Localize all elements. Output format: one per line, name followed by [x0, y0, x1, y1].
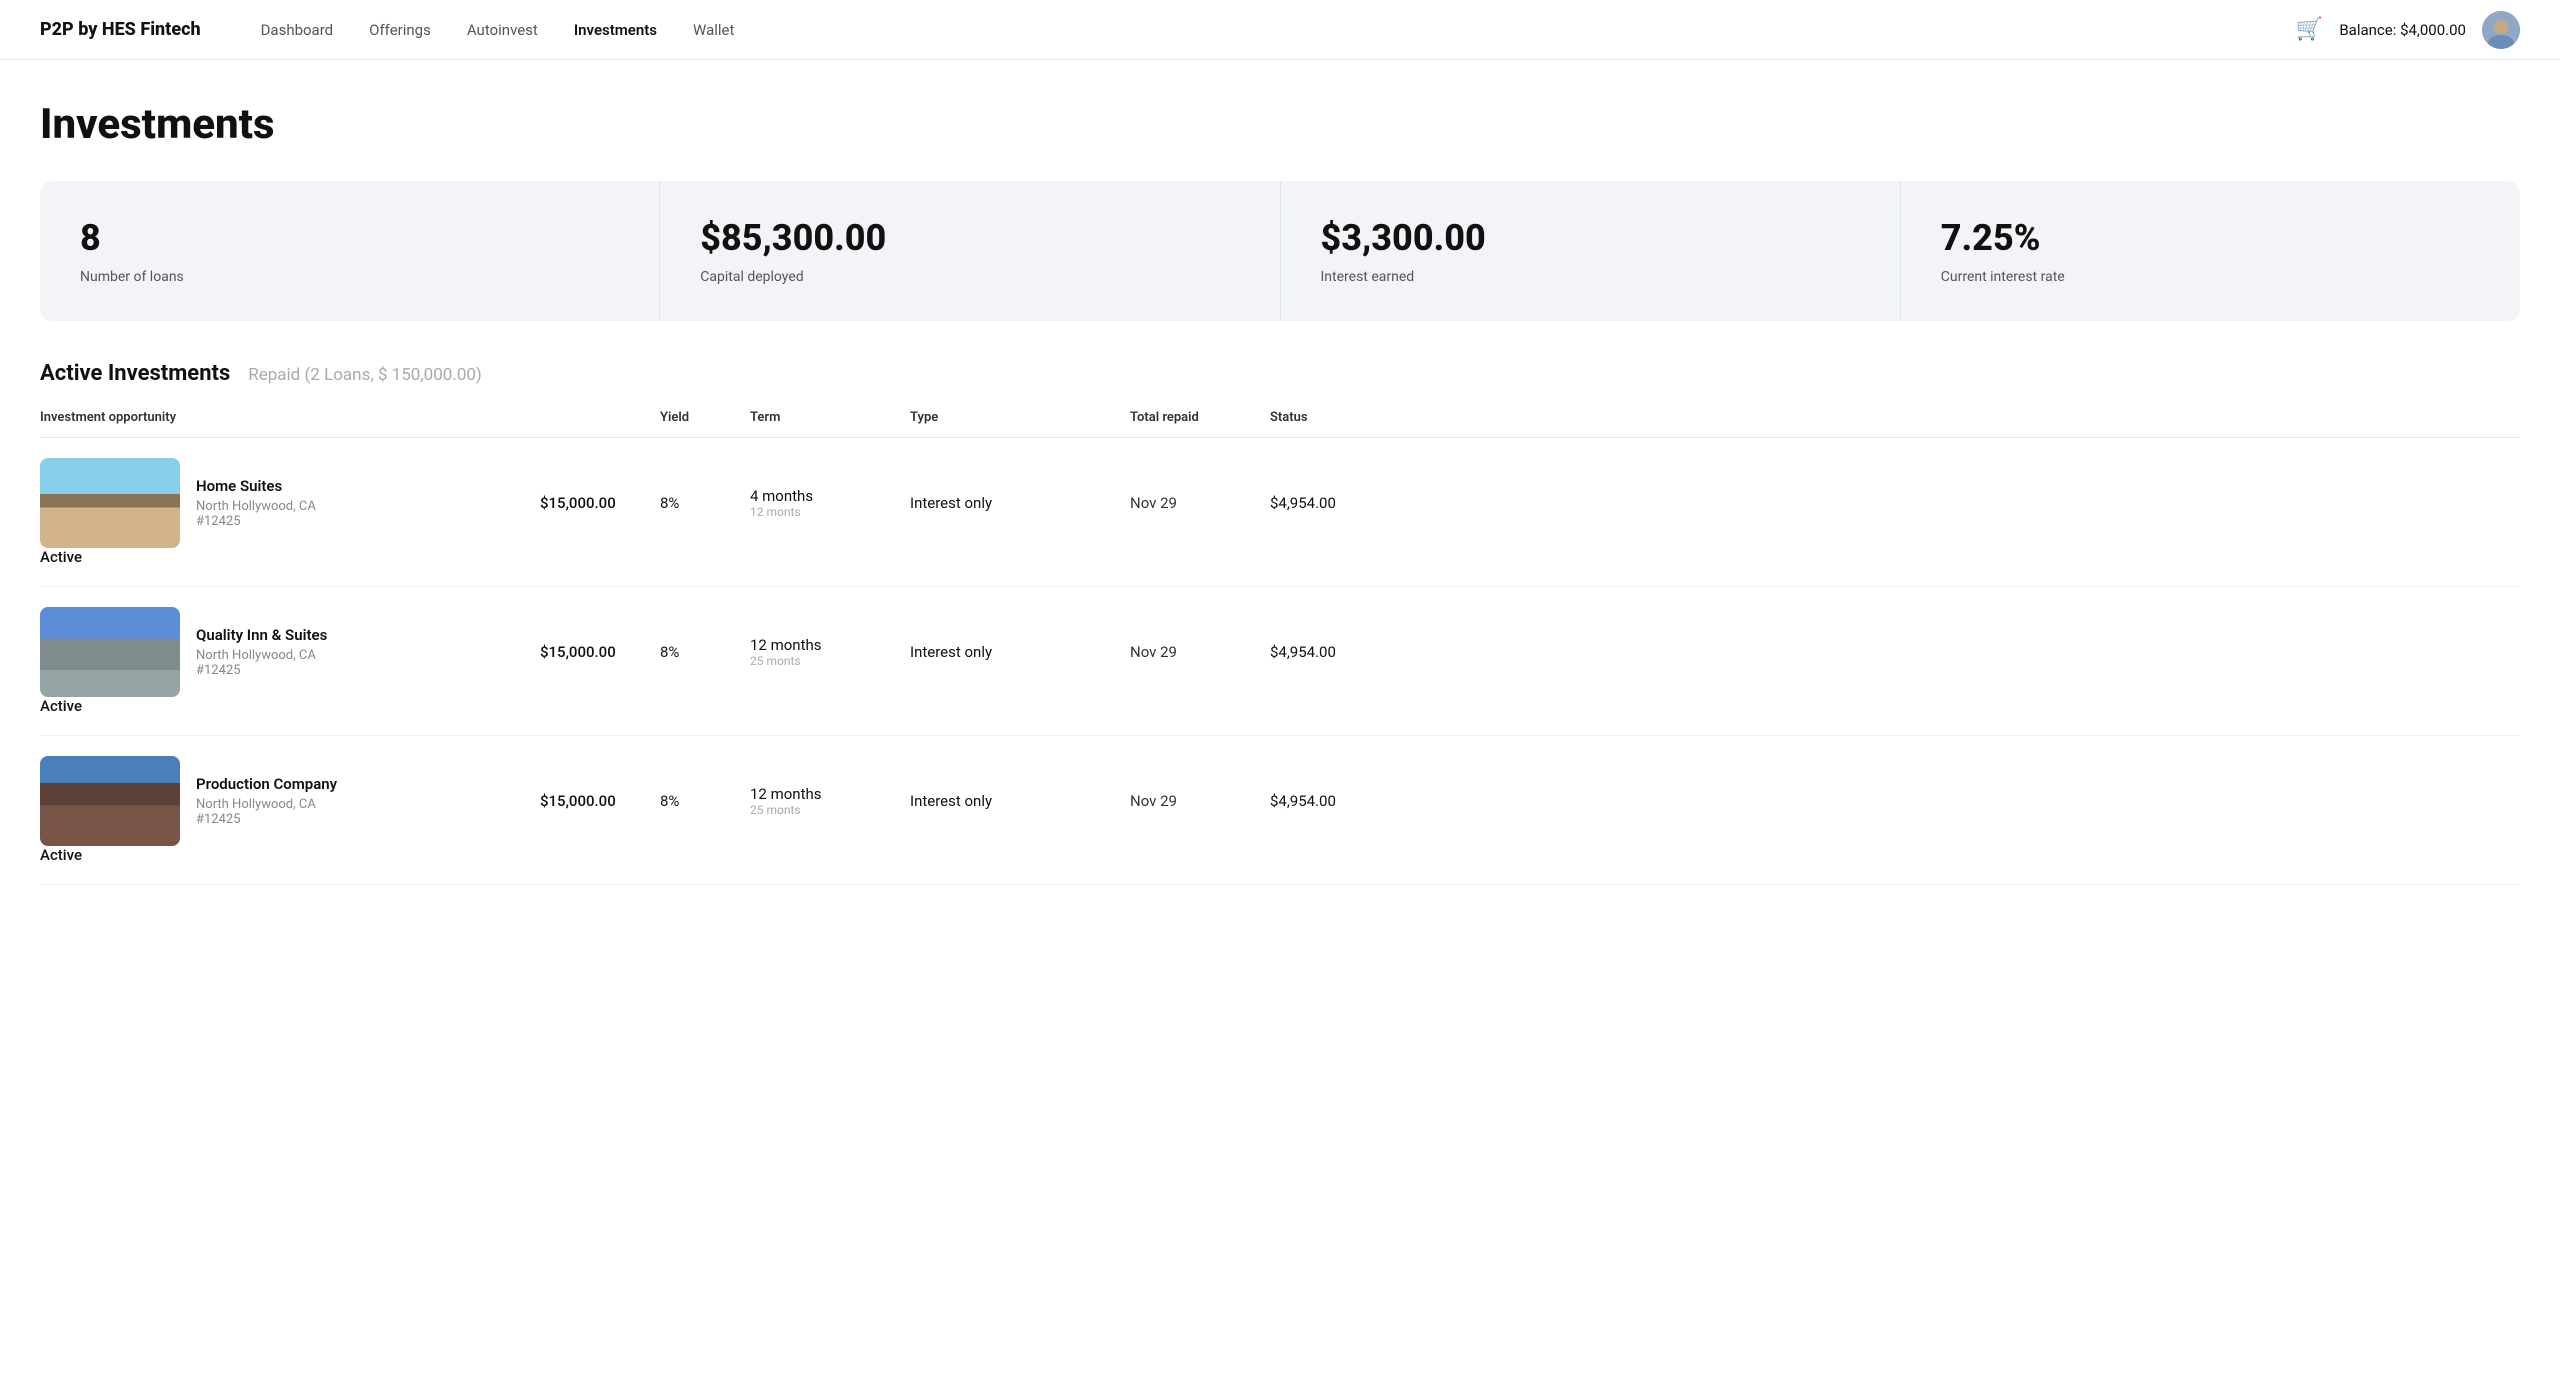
investment-yield-2: 8% — [660, 643, 750, 661]
investment-term-2: 12 months 25 monts — [750, 636, 910, 668]
nav-autoinvest[interactable]: Autoinvest — [467, 21, 538, 39]
stats-card: 8 Number of loans $85,300.00 Capital dep… — [40, 181, 2520, 321]
page-title: Investments — [40, 100, 2520, 149]
stat-rate: 7.25% Current interest rate — [1901, 181, 2520, 321]
term-sub-1: 12 monts — [750, 505, 910, 519]
col-opportunity: Investment opportunity — [40, 410, 540, 425]
cart-icon[interactable]: 🛒 — [2296, 17, 2323, 42]
investment-yield-1: 8% — [660, 494, 750, 512]
row-opportunity-1: Home Suites North Hollywood, CA #12425 — [40, 458, 540, 548]
investment-repaid-2: $4,954.00 — [1270, 643, 1390, 661]
investment-type-3: Interest only — [910, 792, 1130, 810]
table-row[interactable]: Home Suites North Hollywood, CA #12425 $… — [40, 438, 2520, 587]
investment-name-3: Production Company — [196, 775, 337, 793]
term-sub-2: 25 monts — [750, 654, 910, 668]
investment-location-2: North Hollywood, CA — [196, 648, 327, 663]
stat-rate-label: Current interest rate — [1941, 269, 2480, 285]
row-opportunity-2: Quality Inn & Suites North Hollywood, CA… — [40, 607, 540, 697]
investment-repaid-3: $4,954.00 — [1270, 792, 1390, 810]
stat-interest-label: Interest earned — [1321, 269, 1860, 285]
nav-investments[interactable]: Investments — [574, 21, 657, 39]
investment-status-2: Active — [40, 697, 540, 715]
navbar: P2P by HES Fintech Dashboard Offerings A… — [0, 0, 2560, 60]
row-info-1: Home Suites North Hollywood, CA #12425 — [196, 477, 316, 529]
nav-dashboard[interactable]: Dashboard — [261, 21, 334, 39]
repaid-subtitle[interactable]: Repaid (2 Loans, $ 150,000.00) — [248, 365, 482, 385]
term-main-1: 4 months — [750, 487, 910, 505]
table-header: Investment opportunity Yield Term Type T… — [40, 410, 2520, 438]
stat-interest: $3,300.00 Interest earned — [1281, 181, 1901, 321]
col-amount — [540, 410, 660, 425]
investments-table: Investment opportunity Yield Term Type T… — [40, 410, 2520, 885]
investment-amount-1: $15,000.00 — [540, 494, 660, 512]
investment-amount-3: $15,000.00 — [540, 792, 660, 810]
investment-term-1: 4 months 12 monts — [750, 487, 910, 519]
investment-type-2: Interest only — [910, 643, 1130, 661]
stat-interest-value: $3,300.00 — [1321, 217, 1860, 259]
row-info-2: Quality Inn & Suites North Hollywood, CA… — [196, 626, 327, 678]
investment-date-3: Nov 29 — [1130, 792, 1270, 810]
term-sub-3: 25 monts — [750, 803, 910, 817]
investment-location-1: North Hollywood, CA — [196, 499, 316, 514]
investment-date-1: Nov 29 — [1130, 494, 1270, 512]
investment-name-1: Home Suites — [196, 477, 316, 495]
table-row[interactable]: Quality Inn & Suites North Hollywood, CA… — [40, 587, 2520, 736]
stat-loans-label: Number of loans — [80, 269, 619, 285]
investment-image-3 — [40, 756, 180, 846]
investment-term-3: 12 months 25 monts — [750, 785, 910, 817]
nav-offerings[interactable]: Offerings — [369, 21, 431, 39]
investment-id-2: #12425 — [196, 663, 327, 678]
brand-logo[interactable]: P2P by HES Fintech — [40, 19, 201, 40]
stat-capital-value: $85,300.00 — [700, 217, 1239, 259]
investment-location-3: North Hollywood, CA — [196, 797, 337, 812]
nav-links: Dashboard Offerings Autoinvest Investmen… — [261, 21, 2296, 39]
page-content: Investments 8 Number of loans $85,300.00… — [0, 60, 2560, 925]
stat-loans-value: 8 — [80, 217, 619, 259]
table-row[interactable]: Production Company North Hollywood, CA #… — [40, 736, 2520, 885]
investment-image-2 — [40, 607, 180, 697]
stat-rate-value: 7.25% — [1941, 217, 2480, 259]
investment-yield-3: 8% — [660, 792, 750, 810]
investment-amount-2: $15,000.00 — [540, 643, 660, 661]
investment-status-3: Active — [40, 846, 540, 864]
active-investments-title: Active Investments — [40, 361, 230, 386]
investment-image-1 — [40, 458, 180, 548]
investment-repaid-1: $4,954.00 — [1270, 494, 1390, 512]
stat-capital-label: Capital deployed — [700, 269, 1239, 285]
user-avatar[interactable] — [2482, 11, 2520, 49]
term-main-3: 12 months — [750, 785, 910, 803]
term-main-2: 12 months — [750, 636, 910, 654]
col-term: Term — [750, 410, 910, 425]
row-opportunity-3: Production Company North Hollywood, CA #… — [40, 756, 540, 846]
investment-name-2: Quality Inn & Suites — [196, 626, 327, 644]
nav-wallet[interactable]: Wallet — [693, 21, 734, 39]
investment-type-1: Interest only — [910, 494, 1130, 512]
col-status: Status — [1270, 410, 1390, 425]
col-yield: Yield — [660, 410, 750, 425]
investment-id-3: #12425 — [196, 812, 337, 827]
investment-status-1: Active — [40, 548, 540, 566]
col-type: Type — [910, 410, 1130, 425]
section-header: Active Investments Repaid (2 Loans, $ 15… — [40, 361, 2520, 386]
stat-capital: $85,300.00 Capital deployed — [660, 181, 1280, 321]
balance-display: Balance: $4,000.00 — [2339, 21, 2466, 39]
investment-date-2: Nov 29 — [1130, 643, 1270, 661]
navbar-right: 🛒 Balance: $4,000.00 — [2296, 11, 2520, 49]
investment-id-1: #12425 — [196, 514, 316, 529]
col-repaid: Total repaid — [1130, 410, 1270, 425]
row-info-3: Production Company North Hollywood, CA #… — [196, 775, 337, 827]
stat-loans: 8 Number of loans — [40, 181, 660, 321]
